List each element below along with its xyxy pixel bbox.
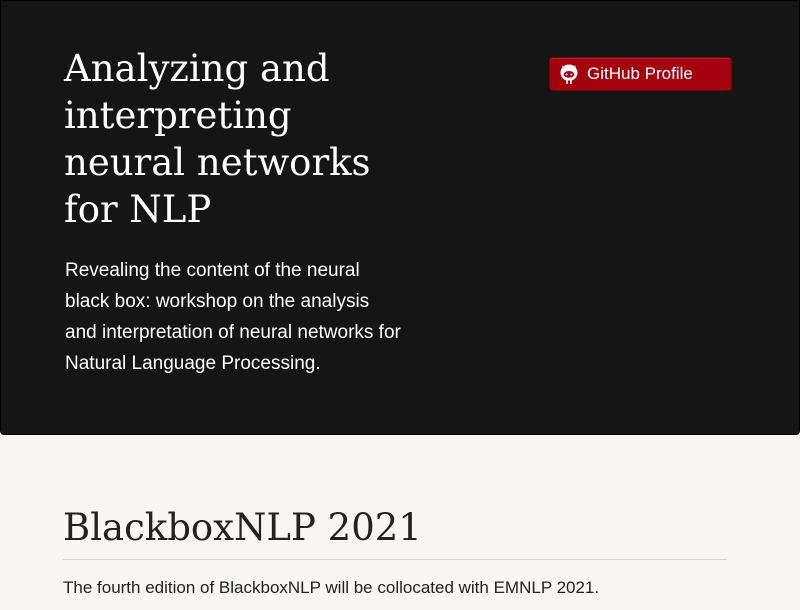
site-tagline: Revealing the content of the neural blac… (65, 260, 401, 374)
github-octocat-icon (559, 63, 579, 85)
github-profile-button[interactable]: GitHub Profile (549, 57, 732, 91)
site-header: Analyzing and interpreting neural networ… (0, 0, 800, 435)
github-profile-label: GitHub Profile (587, 64, 693, 83)
section-heading: BlackboxNLP 2021 (63, 506, 422, 549)
site-title: Analyzing and interpreting neural networ… (64, 47, 371, 231)
heading-divider (63, 559, 727, 560)
intro-paragraph: The fourth edition of BlackboxNLP will b… (63, 578, 600, 597)
